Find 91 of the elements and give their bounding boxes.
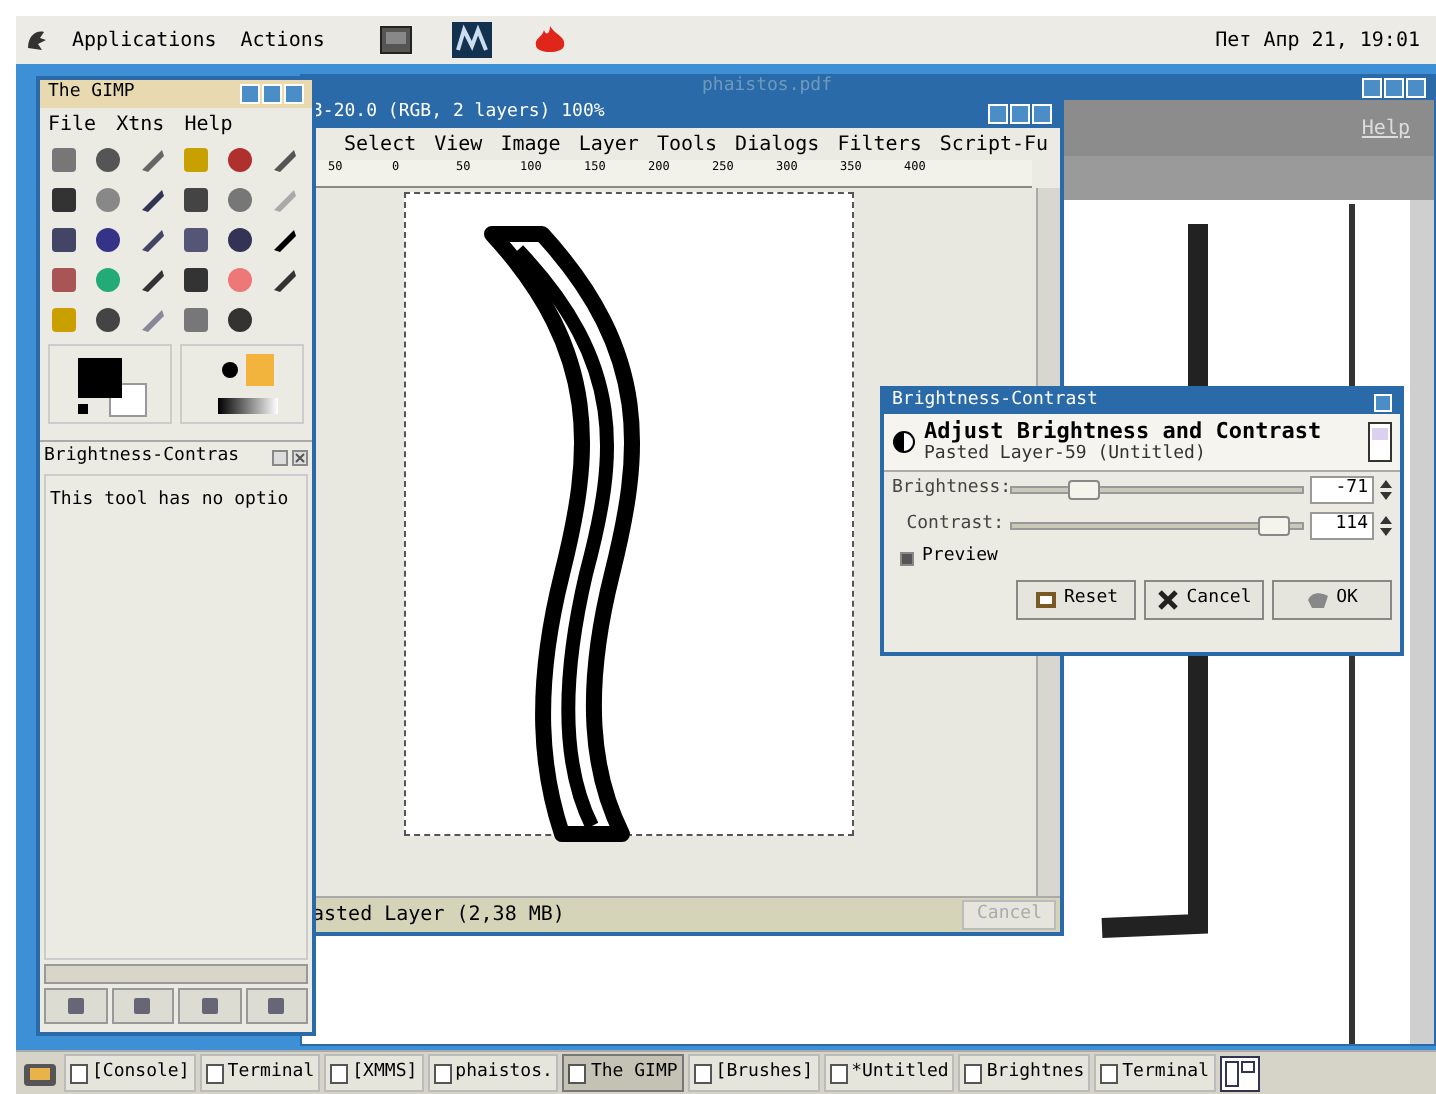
window-icon <box>70 1063 88 1083</box>
scrollbar[interactable] <box>1410 200 1434 1044</box>
tool-icon[interactable] <box>92 304 124 336</box>
taskbar-item[interactable]: phaistos. <box>427 1054 559 1092</box>
preview-checkbox[interactable] <box>900 551 914 565</box>
window-icon <box>568 1063 587 1083</box>
taskbar-item[interactable]: [XMMS] <box>324 1054 424 1092</box>
taskbar-item[interactable]: Terminal <box>1094 1054 1215 1092</box>
taskbar-item[interactable]: Terminal <box>199 1054 321 1092</box>
maximize-button[interactable] <box>1010 104 1030 124</box>
menu-icon[interactable] <box>272 450 288 466</box>
spin-field[interactable]: -71 <box>1310 476 1374 504</box>
close-icon[interactable] <box>292 450 308 466</box>
cancel-icon <box>1156 588 1181 612</box>
menu-item[interactable]: Xtns <box>116 109 165 139</box>
close-button[interactable] <box>1032 104 1052 124</box>
slider-label: Brightness: <box>892 476 1004 503</box>
menu-item[interactable]: Layer <box>578 129 639 159</box>
tool-icon[interactable] <box>180 224 212 256</box>
menu-item[interactable]: Image <box>500 129 561 159</box>
dock-button[interactable] <box>111 988 174 1024</box>
menu-item[interactable]: File <box>48 109 97 139</box>
dock-button[interactable] <box>245 988 308 1024</box>
menu-item[interactable]: View <box>434 129 483 159</box>
slider-track[interactable] <box>1010 522 1304 530</box>
menu-item[interactable]: Tools <box>656 129 718 159</box>
maximize-button[interactable] <box>1384 78 1404 98</box>
checkbox-label: Preview <box>922 544 998 571</box>
window-title: phaistos.pdf <box>702 74 833 101</box>
dock-tab[interactable]: Brightness-Contras <box>44 444 240 472</box>
close-button[interactable] <box>284 84 304 104</box>
window-title: 3-20.0 (RGB, 2 layers) 100% <box>312 100 605 127</box>
window-icon <box>964 1063 983 1083</box>
window-icon <box>829 1063 848 1083</box>
tool-icon[interactable] <box>48 224 80 256</box>
flame-icon[interactable] <box>532 24 569 56</box>
dialog-button[interactable]: Cancel <box>1144 580 1264 620</box>
tool-icon[interactable] <box>180 184 212 216</box>
tool-icon[interactable] <box>48 184 80 216</box>
slider-thumb[interactable] <box>1257 516 1290 536</box>
dialog-button[interactable]: Reset <box>1016 580 1136 620</box>
menu-item[interactable]: Filters <box>837 129 922 159</box>
taskbar-item[interactable]: *Untitled <box>823 1054 955 1092</box>
panel-menu[interactable]: Actions <box>240 25 325 55</box>
taskbar-item[interactable]: Brightnes <box>958 1054 1091 1092</box>
menu-item[interactable]: Select <box>344 129 417 159</box>
tool-icon[interactable] <box>180 264 212 296</box>
close-button[interactable] <box>1406 78 1426 98</box>
dock-button[interactable] <box>178 988 241 1024</box>
tool-icon[interactable] <box>92 144 124 176</box>
slider-track[interactable] <box>1010 486 1304 494</box>
panel-menu[interactable]: Applications <box>72 25 217 55</box>
minimize-button[interactable] <box>988 104 1008 124</box>
tool-options-text: This tool has no optio <box>50 490 289 510</box>
dialog-button[interactable]: OK <box>1272 580 1392 620</box>
maximize-button[interactable] <box>262 84 282 104</box>
window-icon <box>205 1063 224 1083</box>
terminal-launcher-icon[interactable] <box>380 26 413 54</box>
tool-icon[interactable] <box>92 224 124 256</box>
window-icon <box>693 1063 712 1083</box>
layer-name: Pasted Layer-59 (Untitled) <box>924 444 1208 466</box>
menu-item[interactable]: Script-Fu <box>939 129 1049 159</box>
menu-item[interactable]: Dialogs <box>735 129 820 159</box>
taskbar-item[interactable]: [Console] <box>64 1054 196 1092</box>
dialog-heading: Adjust Brightness and Contrast <box>924 418 1324 444</box>
scrollbar[interactable] <box>44 964 308 984</box>
taskbar-item[interactable]: [Brushes] <box>687 1054 820 1092</box>
close-button[interactable] <box>1374 393 1392 411</box>
clock: Пет Апр 21, 19:01 <box>1215 27 1420 55</box>
dock-button[interactable] <box>44 988 107 1024</box>
spin-arrows-icon[interactable] <box>1380 514 1392 538</box>
slider-thumb[interactable] <box>1068 480 1101 500</box>
layer-thumbnail-icon <box>1368 422 1392 462</box>
taskbar-item[interactable]: The GIMP <box>562 1054 684 1092</box>
minimize-button[interactable] <box>1362 78 1382 98</box>
contrast-icon <box>892 430 916 454</box>
menu-item[interactable]: Help <box>184 109 233 139</box>
window-title: The GIMP <box>48 80 135 107</box>
workspace-switcher-icon[interactable] <box>1219 1055 1259 1091</box>
slider-label: Contrast: <box>904 512 1004 539</box>
window-icon <box>330 1063 349 1083</box>
window-title: Brightness-Contrast <box>892 388 1098 415</box>
spin-field[interactable]: 114 <box>1310 512 1374 540</box>
window-icon <box>1100 1063 1119 1083</box>
minimize-button[interactable] <box>240 84 260 104</box>
window-icon <box>433 1063 452 1083</box>
tool-icon[interactable] <box>224 304 256 336</box>
reset-icon <box>1033 588 1058 612</box>
spin-arrows-icon[interactable] <box>1380 478 1392 502</box>
tool-icon[interactable] <box>224 224 256 256</box>
browser-launcher-icon[interactable] <box>452 22 493 58</box>
